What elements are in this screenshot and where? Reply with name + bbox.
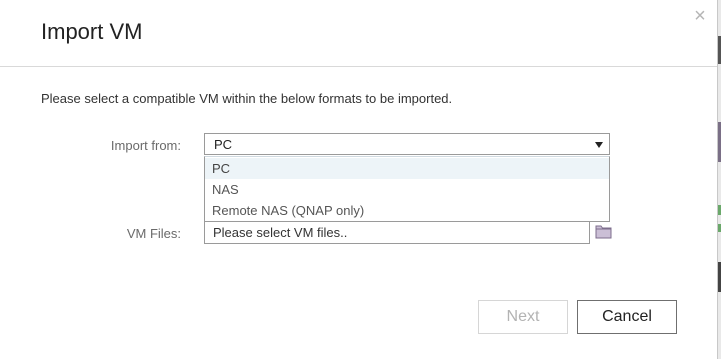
close-icon[interactable]: × <box>690 6 710 26</box>
import-from-selected-value: PC <box>214 137 233 152</box>
next-button[interactable]: Next <box>478 300 568 334</box>
import-from-select[interactable]: PC <box>204 133 610 155</box>
dropdown-arrow-icon[interactable] <box>595 142 603 148</box>
dialog-header: Import VM × <box>0 0 717 67</box>
instruction-text: Please select a compatible VM within the… <box>41 91 453 106</box>
vm-files-input[interactable]: Please select VM files.. <box>204 222 590 244</box>
dropdown-option-remote-nas[interactable]: Remote NAS (QNAP only) <box>205 200 609 221</box>
dropdown-option-pc[interactable]: PC <box>205 158 609 179</box>
folder-icon[interactable] <box>595 223 613 239</box>
import-vm-dialog: Import VM × Please select a compatible V… <box>0 0 718 359</box>
cancel-button[interactable]: Cancel <box>577 300 677 334</box>
import-from-dropdown-list: PC NAS Remote NAS (QNAP only) <box>204 156 610 222</box>
dialog-title: Import VM <box>41 19 143 44</box>
vm-files-placeholder: Please select VM files.. <box>213 225 348 240</box>
vm-files-label: VM Files: <box>126 226 181 241</box>
dropdown-option-nas[interactable]: NAS <box>205 179 609 200</box>
import-from-label: Import from: <box>110 138 181 153</box>
